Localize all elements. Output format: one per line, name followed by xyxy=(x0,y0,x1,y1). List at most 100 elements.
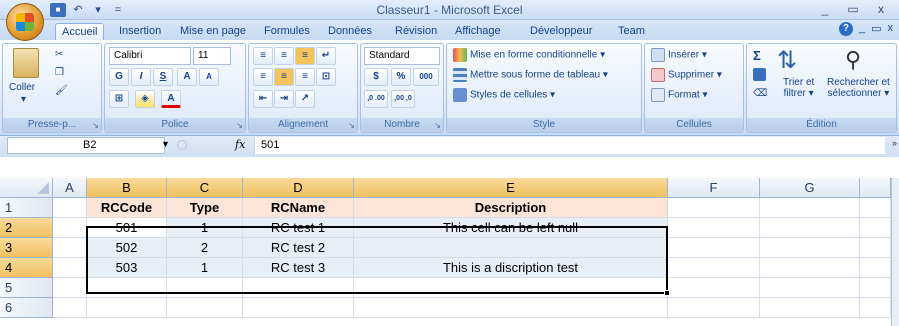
tab-accueil[interactable]: Accueil xyxy=(55,23,105,40)
vertical-scrollbar[interactable] xyxy=(891,178,899,326)
tab-mise-en-page[interactable]: Mise en page xyxy=(174,23,252,40)
align-center-icon[interactable]: ≡ xyxy=(274,68,294,86)
cell-e6[interactable] xyxy=(354,298,668,318)
column-header-d[interactable]: D xyxy=(243,178,354,198)
percent-button[interactable]: % xyxy=(391,68,411,86)
sort-filter-button[interactable]: Trier et filtrer ▾ xyxy=(783,77,814,99)
cell-a2[interactable] xyxy=(53,218,87,238)
column-header-c[interactable]: C xyxy=(167,178,243,198)
font-launcher-icon[interactable]: ↘ xyxy=(236,121,243,130)
ribbon-close-button[interactable]: x xyxy=(888,22,894,36)
cell-c6[interactable] xyxy=(167,298,243,318)
tab-insertion[interactable]: Insertion xyxy=(113,23,167,40)
sort-filter-icon[interactable]: ⇅ xyxy=(777,46,797,75)
name-box-dropdown-icon[interactable]: ▼ xyxy=(161,139,170,149)
row-header-3[interactable]: 3 xyxy=(0,238,53,258)
fill-icon[interactable] xyxy=(753,68,766,81)
fill-handle[interactable] xyxy=(664,290,670,296)
formula-cancel-icon[interactable] xyxy=(177,140,187,150)
ribbon-minimize-button[interactable]: _ xyxy=(859,22,865,36)
cell-d3[interactable]: RC test 2 xyxy=(243,238,354,258)
cell-e3[interactable] xyxy=(354,238,668,258)
cell-g2[interactable] xyxy=(760,218,860,238)
row-header-4[interactable]: 4 xyxy=(0,258,53,278)
column-header-e[interactable]: E xyxy=(354,178,668,198)
cell-g4[interactable] xyxy=(760,258,860,278)
copy-icon[interactable]: ❐ xyxy=(55,67,64,78)
bold-button[interactable]: G xyxy=(109,68,129,86)
insert-button[interactable]: Insérer ▾ xyxy=(651,48,707,62)
cell-h5[interactable] xyxy=(860,278,891,298)
cell-g6[interactable] xyxy=(760,298,860,318)
align-right-icon[interactable]: ≡ xyxy=(295,68,315,86)
cell-g3[interactable] xyxy=(760,238,860,258)
cell-d6[interactable] xyxy=(243,298,354,318)
insert-function-button[interactable]: fx xyxy=(235,138,245,151)
wrap-text-icon[interactable]: ↵ xyxy=(316,47,336,65)
align-top-icon[interactable]: ≡ xyxy=(253,47,273,65)
cell-c4[interactable]: 1 xyxy=(167,258,243,278)
cell-h4[interactable] xyxy=(860,258,891,278)
font-name-select[interactable]: Calibri xyxy=(109,47,191,65)
cell-a6[interactable] xyxy=(53,298,87,318)
column-header-g[interactable]: G xyxy=(760,178,860,198)
tab-donnees[interactable]: Données xyxy=(322,23,378,40)
find-select-icon[interactable]: ⚲ xyxy=(845,47,861,73)
font-size-select[interactable]: 11 xyxy=(193,47,231,65)
cell-b4[interactable]: 503 xyxy=(87,258,167,278)
column-header-b[interactable]: B xyxy=(87,178,167,198)
grow-font-button[interactable]: A xyxy=(177,68,197,86)
cell-g1[interactable] xyxy=(760,198,860,218)
cell-f2[interactable] xyxy=(668,218,760,238)
minimize-button[interactable]: _ xyxy=(811,1,839,18)
cell-a1[interactable] xyxy=(53,198,87,218)
select-all-button[interactable] xyxy=(0,178,53,198)
expand-formula-bar-icon[interactable]: » xyxy=(892,138,897,148)
row-header-6[interactable]: 6 xyxy=(0,298,53,318)
paste-icon[interactable] xyxy=(13,48,39,78)
cell-h2[interactable] xyxy=(860,218,891,238)
formula-input[interactable]: 501 xyxy=(254,137,885,154)
cell-a3[interactable] xyxy=(53,238,87,258)
cell-f6[interactable] xyxy=(668,298,760,318)
column-header-h[interactable] xyxy=(860,178,891,198)
paste-dropdown-icon[interactable]: ▾ xyxy=(21,94,26,105)
format-button[interactable]: Format ▾ xyxy=(651,88,707,102)
clipboard-launcher-icon[interactable]: ↘ xyxy=(92,121,99,130)
cell-e4[interactable]: This is a discription test xyxy=(354,258,668,278)
cell-d1[interactable]: RCName xyxy=(243,198,354,218)
cell-c2[interactable]: 1 xyxy=(167,218,243,238)
cut-icon[interactable]: ✂ xyxy=(55,49,63,60)
cell-b2[interactable]: 501 xyxy=(87,218,167,238)
tab-developpeur[interactable]: Développeur xyxy=(524,23,598,40)
delete-button[interactable]: Supprimer ▾ xyxy=(651,68,722,82)
cell-c5[interactable] xyxy=(167,278,243,298)
cell-h1[interactable] xyxy=(860,198,891,218)
cell-f5[interactable] xyxy=(668,278,760,298)
help-icon[interactable]: ? xyxy=(838,22,853,36)
maximize-button[interactable]: ▭ xyxy=(839,1,867,18)
cell-d4[interactable]: RC test 3 xyxy=(243,258,354,278)
align-middle-icon[interactable]: ≡ xyxy=(274,47,294,65)
underline-button[interactable]: S xyxy=(153,68,173,86)
conditional-format-button[interactable]: Mise en forme conditionnelle ▾ xyxy=(453,48,605,62)
column-header-a[interactable]: A xyxy=(53,178,87,198)
align-bottom-icon[interactable]: ≡ xyxy=(295,47,315,65)
cell-f4[interactable] xyxy=(668,258,760,278)
cell-g5[interactable] xyxy=(760,278,860,298)
cell-a4[interactable] xyxy=(53,258,87,278)
cell-a5[interactable] xyxy=(53,278,87,298)
format-as-table-button[interactable]: Mettre sous forme de tableau ▾ xyxy=(453,68,608,82)
cell-c1[interactable]: Type xyxy=(167,198,243,218)
merge-center-icon[interactable]: ⊡ xyxy=(316,68,336,86)
paste-button[interactable]: Coller xyxy=(9,82,35,93)
row-header-1[interactable]: 1 xyxy=(0,198,53,218)
cell-f1[interactable] xyxy=(668,198,760,218)
name-box[interactable]: B2 xyxy=(7,137,165,154)
number-launcher-icon[interactable]: ↘ xyxy=(434,121,441,130)
tab-revision[interactable]: Révision xyxy=(389,23,443,40)
cell-f3[interactable] xyxy=(668,238,760,258)
ribbon-restore-button[interactable]: ▭ xyxy=(871,22,881,36)
close-button[interactable]: x xyxy=(867,1,895,18)
align-left-icon[interactable]: ≡ xyxy=(253,68,273,86)
